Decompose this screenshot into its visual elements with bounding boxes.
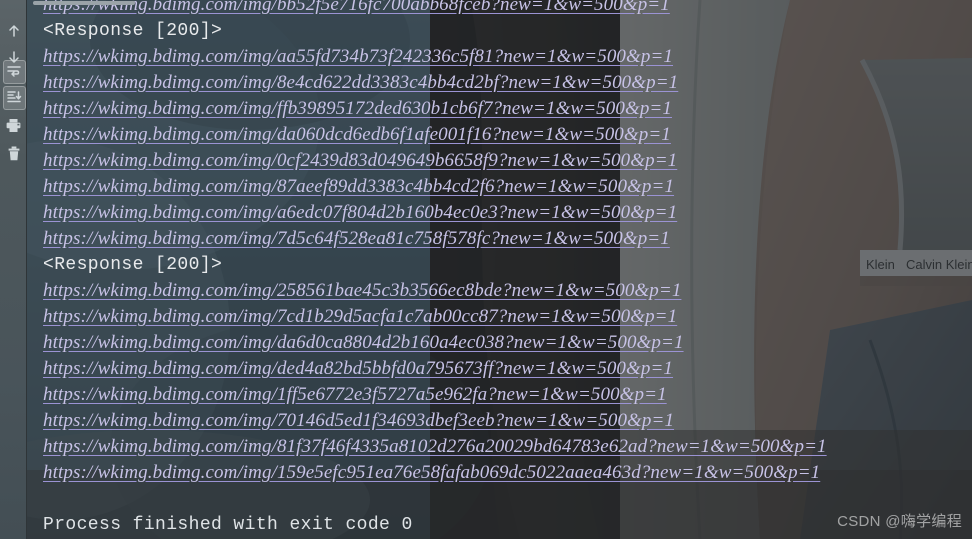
trash-icon [8,146,19,160]
console-line: https://wkimg.bdimg.com/img/70146d5ed1f3… [43,408,674,434]
console-line: https://wkimg.bdimg.com/img/ded4a82bd5bb… [43,356,673,382]
console-line: https://wkimg.bdimg.com/img/159e5efc951e… [43,460,820,486]
printer-icon [6,118,21,132]
console-url-link[interactable]: https://wkimg.bdimg.com/img/7cd1b29d5acf… [43,306,677,327]
console-url-link[interactable]: https://wkimg.bdimg.com/img/1ff5e6772e3f… [43,384,667,405]
console-line: https://wkimg.bdimg.com/img/258561bae45c… [43,278,681,304]
console-line: https://wkimg.bdimg.com/img/87aeef89dd33… [43,174,674,200]
scrollbar-thumb[interactable] [33,1,135,5]
console-line: https://wkimg.bdimg.com/img/da060dcd6edb… [43,122,671,148]
console-url-link[interactable]: https://wkimg.bdimg.com/img/ded4a82bd5bb… [43,358,673,379]
console-url-link[interactable]: https://wkimg.bdimg.com/img/81f37f46f433… [43,436,827,457]
console-line: https://wkimg.bdimg.com/img/1ff5e6772e3f… [43,382,667,408]
scroll-to-end-icon [6,91,21,103]
scroll-up-button[interactable] [0,18,27,44]
console-line: https://wkimg.bdimg.com/img/81f37f46f433… [43,434,827,460]
console-url-link[interactable]: https://wkimg.bdimg.com/img/258561bae45c… [43,280,681,301]
soft-wrap-icon [6,66,21,77]
clear-all-button[interactable] [0,140,27,166]
arrow-up-icon [8,25,19,37]
ide-run-console-window: Klein Calvin Klein [0,0,972,539]
console-url-link[interactable]: https://wkimg.bdimg.com/img/da6d0ca8804d… [43,332,684,353]
console-line: https://wkimg.bdimg.com/img/7cd1b29d5acf… [43,304,677,330]
console-line: Process finished with exit code 0 [43,512,413,538]
console-line: https://wkimg.bdimg.com/img/aa55fd734b73… [43,44,673,70]
console-url-link[interactable]: https://wkimg.bdimg.com/img/aa55fd734b73… [43,46,673,67]
console-response-text: <Response [200]> [43,255,223,275]
console-line: https://wkimg.bdimg.com/img/a6edc07f804d… [43,200,677,226]
console-url-link[interactable]: https://wkimg.bdimg.com/img/ffb39895172d… [43,98,672,119]
console-url-link[interactable]: https://wkimg.bdimg.com/img/87aeef89dd33… [43,176,674,197]
console-line: <Response [200]> [43,252,222,278]
process-exit-text: Process finished with exit code 0 [43,515,413,535]
console-url-link[interactable]: https://wkimg.bdimg.com/img/70146d5ed1f3… [43,410,674,431]
console-url-link[interactable]: https://wkimg.bdimg.com/img/8e4cd622dd33… [43,72,678,93]
console-url-link[interactable]: https://wkimg.bdimg.com/img/a6edc07f804d… [43,202,677,223]
console-url-link[interactable]: https://wkimg.bdimg.com/img/da060dcd6edb… [43,124,671,145]
console-line: https://wkimg.bdimg.com/img/7d5c64f528ea… [43,226,670,252]
csdn-watermark: CSDN @嗨学编程 [837,513,962,530]
console-output-area[interactable]: https://wkimg.bdimg.com/img/bb52f5e716fc… [27,0,972,539]
console-response-text: <Response [200]> [43,21,223,41]
console-line: https://wkimg.bdimg.com/img/ffb39895172d… [43,96,672,122]
console-line: https://wkimg.bdimg.com/img/8e4cd622dd33… [43,70,678,96]
scroll-to-end-button[interactable] [0,84,27,110]
console-line: https://wkimg.bdimg.com/img/0cf2439d83d0… [43,148,677,174]
console-line: https://wkimg.bdimg.com/img/da6d0ca8804d… [43,330,684,356]
console-url-link[interactable]: https://wkimg.bdimg.com/img/7d5c64f528ea… [43,228,670,249]
print-button[interactable] [0,112,27,138]
console-toolbar [0,0,27,539]
console-url-link[interactable]: https://wkimg.bdimg.com/img/0cf2439d83d0… [43,150,677,171]
console-url-link[interactable]: https://wkimg.bdimg.com/img/159e5efc951e… [43,462,820,483]
horizontal-scrollbar[interactable] [27,0,972,6]
console-line: <Response [200]> [43,18,222,44]
